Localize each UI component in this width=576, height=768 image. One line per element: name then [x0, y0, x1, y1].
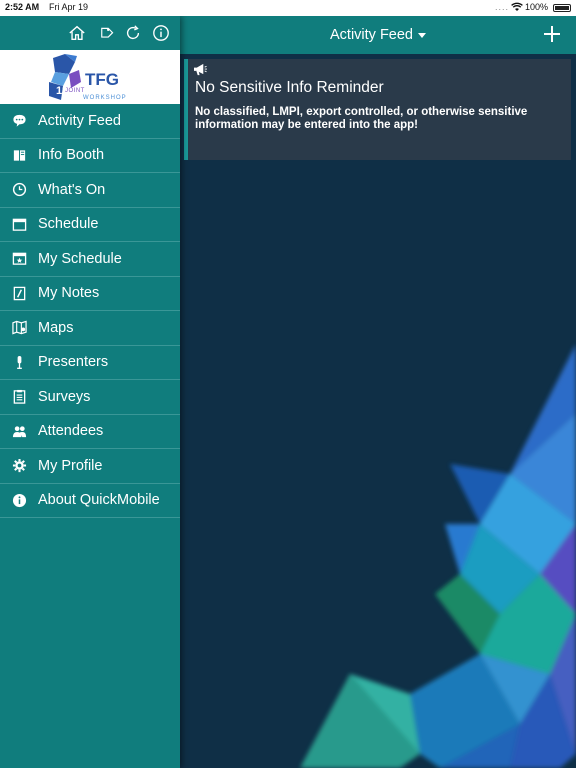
post-title: No Sensitive Info Reminder [195, 79, 384, 96]
info-icon [0, 493, 38, 508]
sidebar-item-label: My Profile [38, 457, 103, 474]
microphone-icon [0, 355, 38, 370]
notes-icon [0, 286, 38, 301]
add-post-button[interactable] [542, 24, 562, 44]
sidebar-item-maps[interactable]: Maps [0, 311, 180, 346]
post-body: No classified, LMPI, export controlled, … [195, 106, 528, 131]
sidebar-item-attendees[interactable]: Attendees [0, 415, 180, 449]
sidebar-toolbar [0, 16, 180, 50]
status-date: Fri Apr 19 [49, 2, 89, 12]
logo-subtitle: JOINT [65, 88, 85, 94]
sidebar: 18 TFG JOINT WORKSHOP Activity Feed Info… [0, 16, 180, 768]
status-bar: 2:52 AM Fri Apr 19 .... 100% [0, 0, 576, 16]
signal-dots: .... [495, 2, 510, 12]
sidebar-item-label: Schedule [38, 216, 99, 233]
page-title: Activity Feed [330, 27, 413, 43]
sidebar-item-activity-feed[interactable]: Activity Feed [0, 104, 180, 139]
main-content: Activity Feed No Sensitive Info Reminder… [180, 16, 576, 768]
feed-post-card[interactable]: No Sensitive Info Reminder No classified… [184, 59, 571, 160]
logo-name: TFG [85, 70, 119, 89]
calendar-icon [0, 217, 38, 232]
status-time: 2:52 AM [5, 2, 40, 12]
sidebar-item-info-booth[interactable]: Info Booth [0, 139, 180, 173]
battery-percent: 100% [525, 2, 549, 12]
book-icon [0, 148, 38, 163]
sidebar-item-presenters[interactable]: Presenters [0, 346, 180, 380]
battery-icon [553, 4, 571, 12]
sidebar-item-label: Info Booth [38, 147, 105, 164]
info-icon[interactable] [148, 20, 174, 46]
map-icon [0, 320, 38, 335]
calendar-star-icon [0, 251, 38, 266]
sidebar-item-whats-on[interactable]: What's On [0, 173, 180, 208]
clipboard-icon [0, 389, 38, 404]
sidebar-item-label: Attendees [38, 423, 104, 440]
tag-icon[interactable] [92, 20, 118, 46]
people-icon [0, 424, 38, 439]
bullhorn-icon [194, 63, 207, 76]
sidebar-item-my-schedule[interactable]: My Schedule [0, 242, 180, 277]
background-artwork [180, 54, 576, 768]
refresh-icon[interactable] [120, 20, 146, 46]
header-bar: Activity Feed [180, 16, 576, 54]
sidebar-item-label: What's On [38, 181, 106, 198]
sidebar-item-my-notes[interactable]: My Notes [0, 277, 180, 311]
chevron-down-icon [418, 32, 426, 38]
sidebar-item-label: My Notes [38, 285, 100, 302]
logo-tagline: WORKSHOP [83, 95, 127, 101]
clock-icon [0, 182, 38, 197]
sidebar-item-label: Maps [38, 319, 74, 336]
sidebar-item-label: Surveys [38, 388, 91, 405]
sidebar-menu: Activity Feed Info Booth What's On Sched… [0, 104, 180, 518]
sidebar-item-label: About QuickMobile [38, 492, 160, 509]
sidebar-item-my-profile[interactable]: My Profile [0, 449, 180, 484]
event-logo: 18 TFG JOINT WORKSHOP [0, 50, 180, 104]
sidebar-item-label: Presenters [38, 354, 109, 371]
sidebar-item-surveys[interactable]: Surveys [0, 380, 180, 415]
plus-icon [544, 26, 560, 42]
gear-icon [0, 458, 38, 473]
sidebar-item-label: My Schedule [38, 250, 122, 267]
home-icon[interactable] [64, 20, 90, 46]
sidebar-item-label: Activity Feed [38, 112, 121, 129]
sidebar-item-schedule[interactable]: Schedule [0, 208, 180, 242]
sidebar-item-about-quickmobile[interactable]: About QuickMobile [0, 484, 180, 518]
speech-bubble-icon [0, 113, 38, 128]
feed-selector-dropdown[interactable]: Activity Feed [330, 27, 426, 43]
wifi-icon [511, 2, 523, 14]
